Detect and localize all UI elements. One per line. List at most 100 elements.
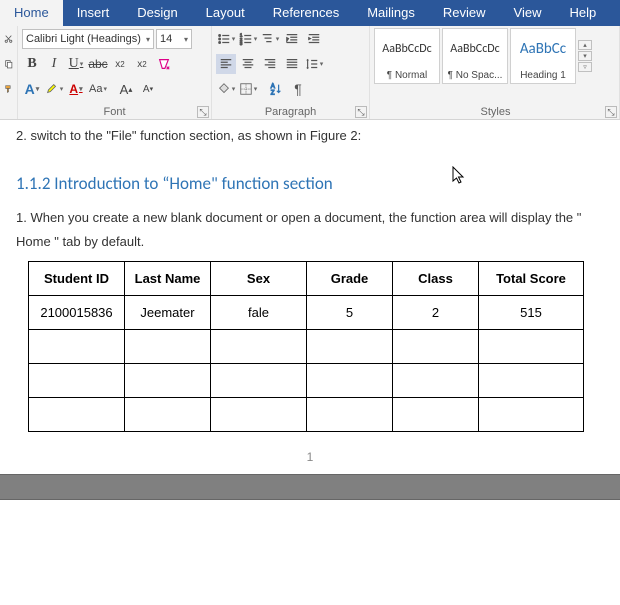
sort-button[interactable]: AZ	[266, 79, 286, 99]
table-cell[interactable]	[125, 330, 211, 364]
style-name-label: ¶ No Spac...	[443, 69, 507, 83]
tab-design[interactable]: Design	[123, 0, 191, 26]
bold-button[interactable]: B	[22, 54, 42, 74]
align-center-button[interactable]	[238, 54, 258, 74]
ribbon-tabs: Home Insert Design Layout References Mai…	[0, 0, 620, 26]
format-painter-button[interactable]	[4, 78, 13, 100]
table-cell[interactable]	[393, 364, 479, 398]
font-size-value: 14	[160, 33, 172, 45]
styles-row-up[interactable]: ▴	[578, 40, 592, 50]
style-no-spacing[interactable]: AaBbCcDc ¶ No Spac...	[442, 28, 508, 84]
styles-row-down[interactable]: ▾	[578, 51, 592, 61]
table-cell[interactable]	[29, 398, 125, 432]
table-cell[interactable]	[29, 364, 125, 398]
grow-font-button[interactable]: A▴	[116, 79, 136, 99]
font-name-value: Calibri Light (Headings)	[26, 33, 141, 45]
table-cell[interactable]: 2	[393, 296, 479, 330]
tell-me[interactable]: Tel	[610, 5, 620, 22]
group-paragraph: ▾ 123▾ ▾ ▾ ▾ ▾ AZ ¶ Paragraph ⤡	[212, 26, 370, 119]
cut-button[interactable]	[4, 28, 13, 50]
table-cell[interactable]	[211, 398, 307, 432]
copy-button[interactable]	[4, 53, 13, 75]
body-text: 1. When you create a new blank document …	[16, 206, 604, 255]
table-row[interactable]	[29, 330, 584, 364]
ribbon: Calibri Light (Headings) ▾ 14 ▾ B I U▾ a…	[0, 26, 620, 120]
tab-insert[interactable]: Insert	[63, 0, 124, 26]
decrease-indent-button[interactable]	[282, 29, 302, 49]
table-cell[interactable]	[125, 364, 211, 398]
underline-button[interactable]: U▾	[66, 54, 86, 74]
tab-view[interactable]: View	[500, 0, 556, 26]
bullets-button[interactable]: ▾	[216, 29, 236, 49]
table-cell[interactable]	[211, 364, 307, 398]
tab-home[interactable]: Home	[0, 0, 63, 26]
table-row[interactable]: 2100015836Jeematerfale52515	[29, 296, 584, 330]
font-size-combo[interactable]: 14 ▾	[156, 29, 192, 49]
superscript-button[interactable]: x2	[132, 54, 152, 74]
styles-expand[interactable]: ▿	[578, 62, 592, 72]
tab-mailings[interactable]: Mailings	[353, 0, 429, 26]
table-cell[interactable]	[479, 364, 584, 398]
table-header: Grade	[307, 262, 393, 296]
align-left-button[interactable]	[216, 54, 236, 74]
subscript-button[interactable]: x2	[110, 54, 130, 74]
table-cell[interactable]	[307, 330, 393, 364]
tab-layout[interactable]: Layout	[192, 0, 259, 26]
change-case-button[interactable]: Aa▾	[88, 79, 108, 99]
table-cell[interactable]: 2100015836	[29, 296, 125, 330]
table-header-row: Student ID Last Name Sex Grade Class Tot…	[29, 262, 584, 296]
font-name-combo[interactable]: Calibri Light (Headings) ▾	[22, 29, 154, 49]
table-cell[interactable]	[393, 398, 479, 432]
show-marks-button[interactable]: ¶	[288, 79, 308, 99]
font-color-button[interactable]: A▾	[66, 79, 86, 99]
page-number: 1	[16, 450, 604, 464]
group-font: Calibri Light (Headings) ▾ 14 ▾ B I U▾ a…	[18, 26, 212, 119]
table-header: Total Score	[479, 262, 584, 296]
table-cell[interactable]	[393, 330, 479, 364]
student-table[interactable]: Student ID Last Name Sex Grade Class Tot…	[28, 261, 584, 432]
style-preview: AaBbCcDc	[443, 29, 507, 69]
paragraph-dialog-launcher[interactable]: ⤡	[355, 106, 367, 118]
borders-button[interactable]: ▾	[238, 79, 258, 99]
table-row[interactable]	[29, 398, 584, 432]
line-spacing-button[interactable]: ▾	[304, 54, 324, 74]
table-cell[interactable]	[125, 398, 211, 432]
justify-button[interactable]	[282, 54, 302, 74]
font-dialog-launcher[interactable]: ⤡	[197, 106, 209, 118]
table-cell[interactable]	[307, 398, 393, 432]
tab-help[interactable]: Help	[555, 0, 610, 26]
paragraph-group-label: Paragraph	[265, 106, 316, 118]
numbering-button[interactable]: 123▾	[238, 29, 258, 49]
chevron-down-icon: ▾	[181, 35, 188, 44]
page-gap	[0, 474, 620, 500]
shading-button[interactable]: ▾	[216, 79, 236, 99]
table-cell[interactable]	[307, 364, 393, 398]
style-preview: AaBbCcDc	[375, 29, 439, 69]
table-cell[interactable]	[479, 330, 584, 364]
style-heading-1[interactable]: AaBbCc Heading 1	[510, 28, 576, 84]
table-cell[interactable]	[479, 398, 584, 432]
multilevel-list-button[interactable]: ▾	[260, 29, 280, 49]
table-cell[interactable]	[211, 330, 307, 364]
table-cell[interactable]: 515	[479, 296, 584, 330]
highlight-button[interactable]: ▾	[44, 79, 64, 99]
group-styles: AaBbCcDc ¶ Normal AaBbCcDc ¶ No Spac... …	[370, 26, 620, 119]
styles-dialog-launcher[interactable]: ⤡	[605, 106, 617, 118]
table-row[interactable]	[29, 364, 584, 398]
table-cell[interactable]: 5	[307, 296, 393, 330]
text-effects-button[interactable]: A▾	[22, 79, 42, 99]
clear-formatting-button[interactable]	[154, 54, 174, 74]
table-cell[interactable]	[29, 330, 125, 364]
tab-review[interactable]: Review	[429, 0, 500, 26]
shrink-font-button[interactable]: A▾	[138, 79, 158, 99]
strikethrough-button[interactable]: abc	[88, 54, 108, 74]
document-area[interactable]: 2. switch to the "File" function section…	[0, 120, 620, 605]
table-cell[interactable]: Jeemater	[125, 296, 211, 330]
tab-references[interactable]: References	[259, 0, 353, 26]
align-right-button[interactable]	[260, 54, 280, 74]
style-normal[interactable]: AaBbCcDc ¶ Normal	[374, 28, 440, 84]
table-cell[interactable]: fale	[211, 296, 307, 330]
table-header: Student ID	[29, 262, 125, 296]
increase-indent-button[interactable]	[304, 29, 324, 49]
italic-button[interactable]: I	[44, 54, 64, 74]
